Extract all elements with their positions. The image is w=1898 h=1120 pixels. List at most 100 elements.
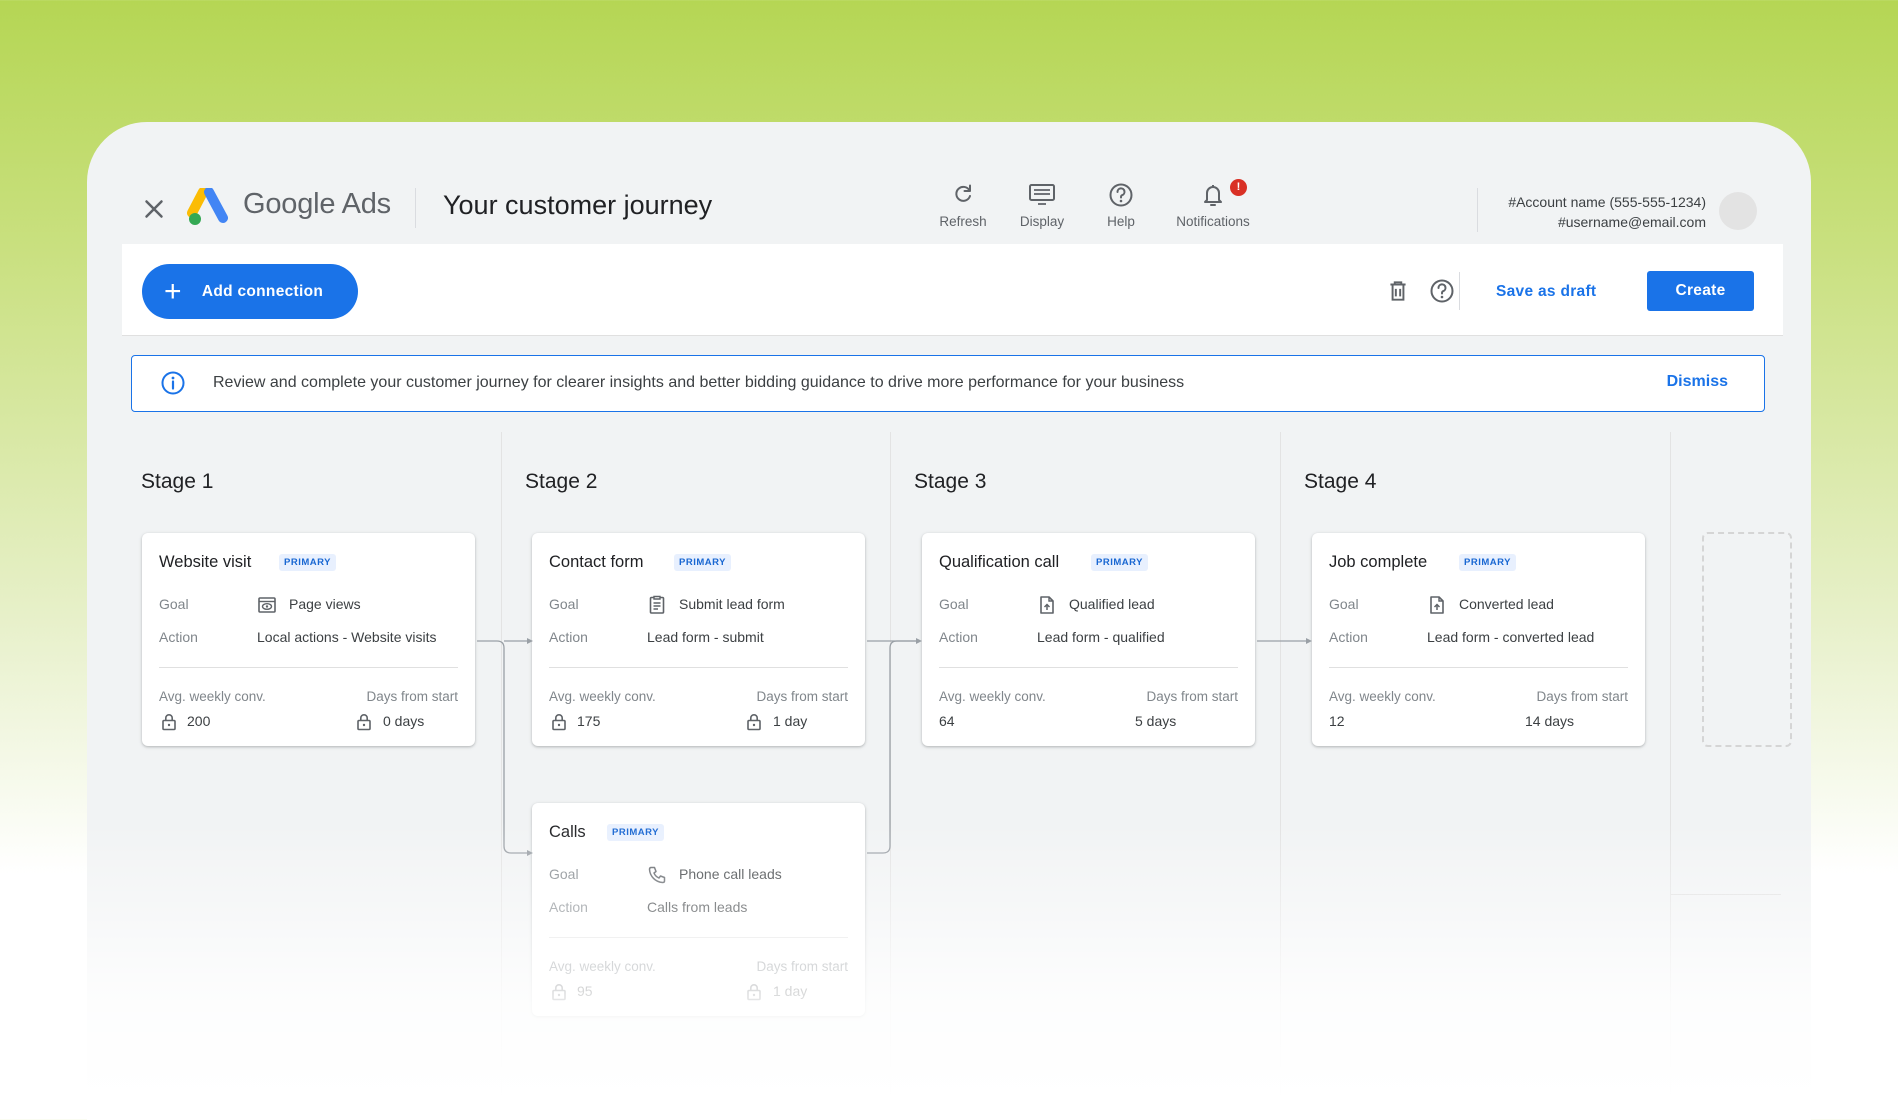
primary-badge: PRIMARY (674, 554, 731, 571)
divider (415, 188, 416, 228)
action-label: Action (939, 629, 978, 645)
goal-value: Qualified lead (1069, 596, 1155, 612)
action-value: Lead form - qualified (1037, 629, 1165, 645)
top-bar: Google Ads Your customer journey Refresh… (87, 122, 1811, 244)
action-value: Lead form - converted lead (1427, 629, 1595, 645)
journey-card-job-complete[interactable]: Job complete PRIMARY Goal Converted lead… (1312, 533, 1645, 746)
goal-value: Converted lead (1459, 596, 1554, 612)
action-value: Calls from leads (647, 899, 748, 915)
divider (549, 937, 848, 938)
action-bar: + Add connection Save as draft Create (122, 244, 1783, 336)
google-ads-logo (187, 188, 228, 225)
action-label: Action (549, 899, 588, 915)
bell-icon (1204, 185, 1222, 206)
action-label: Action (549, 629, 588, 645)
notifications-button[interactable]: ! Notifications (1165, 179, 1261, 229)
action-label: Action (1329, 629, 1368, 645)
banner-text: Review and complete your customer journe… (213, 374, 1185, 391)
dismiss-button[interactable]: Dismiss (1667, 373, 1728, 391)
refresh-icon (955, 184, 971, 202)
days-from-start-value: 14 days (1525, 713, 1575, 729)
lead-icon (1040, 596, 1054, 614)
help-label: Help (1107, 214, 1135, 229)
avg-weekly-conv-label: Avg. weekly conv. (939, 689, 1046, 704)
help-button[interactable]: Help (1080, 182, 1162, 229)
journey-card-contact-form[interactable]: Contact form PRIMARY Goal Submit lead fo… (532, 533, 865, 746)
brand-ads: Ads (341, 188, 392, 220)
goal-value: Phone call leads (679, 866, 782, 882)
avg-weekly-conv-value: 64 (939, 713, 955, 729)
avg-weekly-conv-value: 95 (577, 983, 593, 999)
add-stage-placeholder[interactable] (1702, 532, 1792, 747)
account-info[interactable]: #Account name (555-555-1234) #username@e… (1508, 192, 1706, 232)
close-icon[interactable] (139, 194, 169, 224)
primary-badge: PRIMARY (1459, 554, 1516, 571)
delete-icon[interactable] (1385, 278, 1411, 304)
lock-icon (552, 984, 566, 1001)
add-connection-label: Add connection (201, 282, 324, 300)
avg-weekly-conv-label: Avg. weekly conv. (1329, 689, 1436, 704)
avg-weekly-conv-label: Avg. weekly conv. (549, 689, 656, 704)
page-view-icon (258, 597, 276, 613)
days-from-start-value: 1 day (773, 713, 808, 729)
goal-value: Submit lead form (679, 596, 785, 612)
goal-label: Goal (549, 866, 579, 882)
journey-card-qualification-call[interactable]: Qualification call PRIMARY Goal Qualifie… (922, 533, 1255, 746)
primary-badge: PRIMARY (607, 824, 664, 841)
days-from-start-label: Days from start (1146, 689, 1238, 704)
journey-card-website-visit[interactable]: Website visit PRIMARY Goal Page views Ac… (142, 533, 475, 746)
divider (1477, 188, 1478, 232)
phone-icon (648, 866, 666, 884)
card-title: Website visit (159, 553, 252, 571)
brand-name: Google Ads (243, 188, 391, 221)
goal-label: Goal (549, 596, 579, 612)
stage-title: Stage 4 (1304, 470, 1377, 493)
stage-title: Stage 1 (141, 470, 214, 493)
divider (159, 667, 458, 668)
stage-title: Stage 2 (525, 470, 598, 493)
days-from-start-label: Days from start (756, 689, 848, 704)
lead-icon (1430, 596, 1444, 614)
create-button[interactable]: Create (1647, 271, 1754, 311)
goal-label: Goal (159, 596, 189, 612)
primary-badge: PRIMARY (279, 554, 336, 571)
divider (1459, 272, 1460, 310)
goal-label: Goal (939, 596, 969, 612)
action-value: Lead form - submit (647, 629, 764, 645)
card-title: Contact form (549, 553, 644, 571)
info-icon (161, 371, 185, 395)
lock-icon (747, 984, 761, 1001)
save-as-draft-button[interactable]: Save as draft (1484, 272, 1608, 312)
goal-value: Page views (289, 596, 361, 612)
primary-badge: PRIMARY (1091, 554, 1148, 571)
days-from-start-label: Days from start (366, 689, 458, 704)
action-label: Action (159, 629, 198, 645)
avg-weekly-conv-value: 12 (1329, 713, 1345, 729)
notification-badge: ! (1230, 179, 1247, 196)
card-title: Job complete (1329, 553, 1428, 571)
avg-weekly-conv-value: 175 (577, 713, 601, 729)
help-icon[interactable] (1429, 278, 1455, 304)
goal-label: Goal (1329, 596, 1359, 612)
refresh-button[interactable]: Refresh (922, 182, 1004, 229)
avatar[interactable] (1719, 192, 1757, 230)
days-from-start-value: 0 days (383, 713, 425, 729)
add-connection-button[interactable]: + Add connection (142, 264, 358, 319)
days-from-start-value: 5 days (1135, 713, 1177, 729)
card-title: Calls (549, 823, 586, 841)
display-label: Display (1019, 214, 1065, 229)
display-icon (1029, 184, 1055, 205)
page-title: Your customer journey (443, 190, 713, 220)
action-value: Local actions - Website visits (257, 629, 437, 645)
lock-icon (357, 714, 371, 731)
stage-title: Stage 3 (914, 470, 987, 493)
refresh-label: Refresh (939, 214, 987, 229)
display-button[interactable]: Display (1001, 182, 1083, 229)
notifications-label: Notifications (1176, 214, 1250, 229)
divider (1329, 667, 1628, 668)
avg-weekly-conv-label: Avg. weekly conv. (549, 959, 656, 974)
help-icon (1109, 183, 1133, 207)
journey-card-calls[interactable]: Calls PRIMARY Goal Phone call leads Acti… (532, 803, 865, 1016)
days-from-start-value: 1 day (773, 983, 808, 999)
lock-icon (747, 714, 761, 731)
